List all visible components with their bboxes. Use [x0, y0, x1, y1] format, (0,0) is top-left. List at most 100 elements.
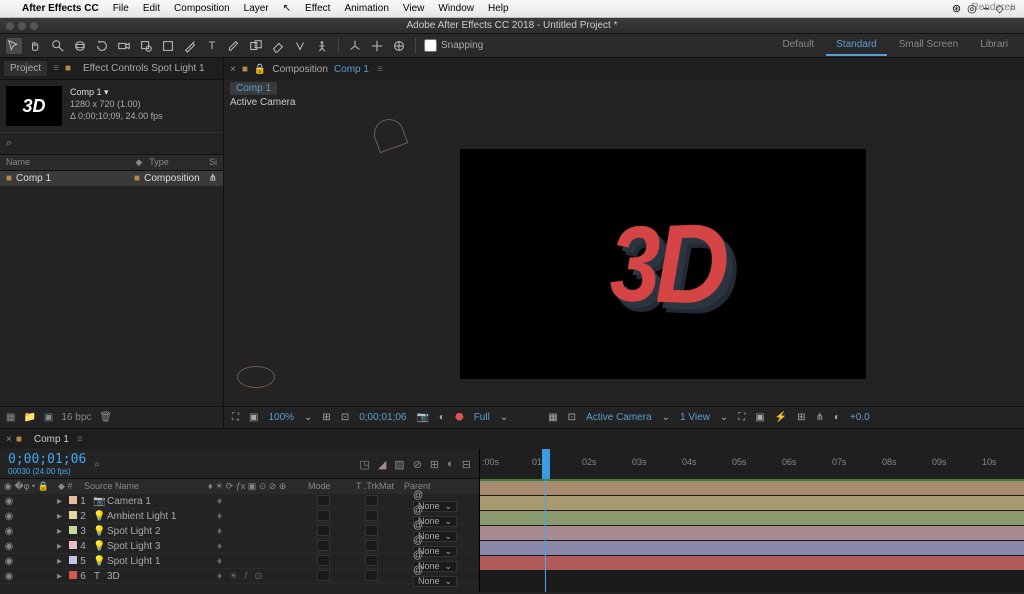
layer-switches[interactable]: ♦ ☀ / ⊙ — [214, 571, 314, 582]
expand-icon[interactable]: ▸ — [54, 511, 66, 522]
snapping-checkbox[interactable] — [424, 39, 437, 52]
layer-bar[interactable] — [480, 496, 1024, 510]
visibility-icon[interactable]: ◉ — [0, 511, 18, 522]
expand-icon[interactable]: ▸ — [54, 526, 66, 537]
zoom-tool[interactable] — [50, 38, 66, 54]
trkmat-dropdown[interactable] — [365, 540, 378, 551]
layer-row[interactable]: ◉▸2💡Ambient Light 1♦ @ None ⌄ — [0, 509, 479, 524]
mode-dropdown[interactable] — [317, 525, 330, 536]
hand-tool[interactable] — [28, 38, 44, 54]
app-menu[interactable]: After Effects CC — [22, 3, 99, 14]
brush-tool[interactable] — [226, 38, 242, 54]
puppet-tool[interactable] — [314, 38, 330, 54]
pickwhip-icon[interactable]: @ — [413, 535, 423, 546]
layer-bar[interactable] — [480, 511, 1024, 525]
search-icon[interactable]: ⌕ — [94, 459, 100, 470]
axis-view-icon[interactable] — [391, 38, 407, 54]
layer-bar[interactable] — [480, 541, 1024, 555]
workspace-small-screen[interactable]: Small Screen — [889, 35, 968, 56]
parent-dropdown[interactable]: None ⌄ — [413, 576, 457, 587]
transparency-icon[interactable]: ▦ — [548, 412, 557, 423]
shy-icon[interactable]: ◢ — [378, 458, 386, 471]
window-traffic-lights[interactable] — [6, 22, 38, 30]
menu-edit[interactable]: Edit — [143, 3, 160, 14]
menu-layer[interactable]: Layer — [244, 3, 269, 14]
menu-effect[interactable]: Effect — [305, 3, 330, 14]
workspace-libraries[interactable]: Librari — [970, 35, 1018, 56]
panel-comp-name[interactable]: Comp 1 — [334, 64, 369, 75]
clone-tool[interactable] — [248, 38, 264, 54]
layer-bar[interactable] — [480, 526, 1024, 540]
menu-animation[interactable]: Animation — [344, 3, 388, 14]
col-size[interactable]: Si — [209, 157, 217, 168]
draft-3d-icon[interactable]: ◐ — [447, 458, 454, 471]
dropdown-icon[interactable]: × — [230, 64, 236, 75]
mode-dropdown[interactable] — [317, 540, 330, 551]
interpret-icon[interactable]: ▦ — [6, 412, 15, 423]
snapshot-icon[interactable]: 📷 — [416, 412, 428, 423]
roto-tool[interactable] — [292, 38, 308, 54]
layer-row[interactable]: ◉▸5💡Spot Light 1♦ @ None ⌄ — [0, 554, 479, 569]
lock-icon[interactable]: 🔒 — [254, 64, 266, 75]
expand-icon[interactable]: ▸ — [54, 496, 66, 507]
layer-switches[interactable]: ♦ — [214, 556, 314, 567]
menu-composition[interactable]: Composition — [174, 3, 230, 14]
pickwhip-icon[interactable]: @ — [413, 505, 423, 516]
mode-dropdown[interactable] — [317, 570, 330, 581]
pickwhip-icon[interactable]: @ — [413, 490, 423, 501]
switches-icon[interactable]: ⊟ — [462, 458, 471, 471]
trash-icon[interactable]: 🗑 — [99, 412, 112, 423]
menu-help[interactable]: Help — [488, 3, 509, 14]
layer-name[interactable]: Spot Light 2 — [104, 526, 214, 537]
magnify-icon[interactable]: ⛶ — [232, 412, 239, 423]
menu-window[interactable]: Window — [438, 3, 474, 14]
trkmat-dropdown[interactable] — [365, 570, 378, 581]
layer-name[interactable]: Spot Light 1 — [104, 556, 214, 567]
axis-icon[interactable] — [347, 38, 363, 54]
comp-mini-icon[interactable]: ◳ — [359, 458, 369, 471]
pickwhip-icon[interactable]: @ — [413, 550, 423, 561]
zoom-dropdown[interactable]: 100% — [268, 412, 294, 423]
menu-file[interactable]: File — [113, 3, 129, 14]
viewer[interactable]: 3D — [224, 109, 1024, 406]
trkmat-dropdown[interactable] — [365, 555, 378, 566]
nudge-icon[interactable]: ⊞ — [322, 412, 330, 423]
expand-icon[interactable]: ▸ — [54, 541, 66, 552]
channel-colors-icon[interactable]: ⬣ — [455, 412, 464, 423]
orbit-tool[interactable] — [72, 38, 88, 54]
comp-thumbnail[interactable]: 3D — [6, 86, 62, 126]
pickwhip-icon[interactable]: @ — [413, 520, 423, 531]
view-options-icon[interactable]: ⛶ — [738, 412, 745, 423]
layer-row[interactable]: ◉▸3💡Spot Light 2♦ @ None ⌄ — [0, 524, 479, 539]
layer-switches[interactable]: ♦ — [214, 511, 314, 522]
resolution-dropdown[interactable]: Full — [474, 412, 490, 423]
viewer-timecode[interactable]: 0;00;01;06 — [359, 412, 406, 423]
composition-stage[interactable]: 3D — [460, 149, 866, 379]
motion-blur-icon[interactable]: ⊘ — [413, 458, 422, 471]
layer-bar[interactable] — [480, 481, 1024, 495]
exposure-reset-icon[interactable]: ◐ — [834, 412, 840, 423]
timeline-tab[interactable]: Comp 1 — [26, 432, 77, 447]
playhead-line[interactable] — [545, 479, 546, 592]
project-item-comp[interactable]: ■ Comp 1 ■ Composition ⋔ — [0, 171, 223, 186]
layer-bar[interactable] — [480, 556, 1024, 570]
project-search[interactable]: ⌕ — [0, 132, 223, 154]
layer-switches[interactable]: ♦ — [214, 541, 314, 552]
pickwhip-icon[interactable]: @ — [413, 565, 423, 576]
pen-tool[interactable] — [182, 38, 198, 54]
layer-switches[interactable]: ♦ — [214, 496, 314, 507]
mode-dropdown[interactable] — [317, 555, 330, 566]
rotate-tool[interactable] — [94, 38, 110, 54]
layer-name[interactable]: 3D — [104, 571, 214, 582]
trkmat-dropdown[interactable] — [365, 495, 378, 506]
fast-preview-icon[interactable]: ⚡ — [775, 412, 787, 423]
new-comp-icon[interactable]: ▣ — [44, 412, 53, 423]
visibility-icon[interactable]: ◉ — [0, 541, 18, 552]
light-wireframe[interactable] — [237, 366, 275, 388]
region-icon[interactable]: ⊡ — [568, 412, 576, 423]
view-count-dropdown[interactable]: 1 View — [680, 412, 710, 423]
current-timecode[interactable]: 0;00;01;06 — [8, 452, 86, 467]
comp-breadcrumb[interactable]: Comp 1 — [230, 82, 277, 95]
col-type[interactable]: Type — [149, 157, 209, 168]
layer-row[interactable]: ◉▸1📷Camera 1♦ @ None ⌄ — [0, 494, 479, 509]
